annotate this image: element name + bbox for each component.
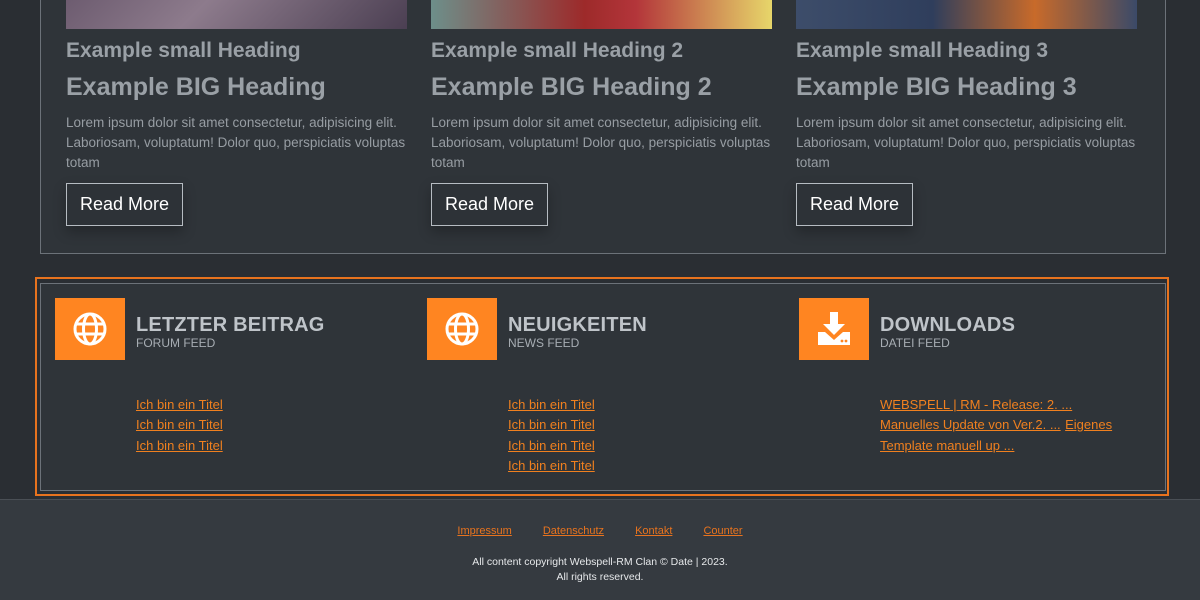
article-text: Lorem ipsum dolor sit amet consectetur, …	[66, 115, 406, 170]
feed-subtitle: NEWS FEED	[508, 336, 580, 350]
feed-title: NEUIGKEITEN	[508, 314, 647, 336]
small-heading: Example small Heading 2	[431, 39, 684, 62]
feed-link[interactable]: Ich bin ein Titel	[136, 436, 376, 456]
feed-link[interactable]: Ich bin ein Titel	[136, 395, 376, 415]
article-image[interactable]	[796, 0, 1137, 29]
article-image[interactable]	[66, 0, 407, 29]
small-heading: Example small Heading 3	[796, 39, 1049, 62]
feed-link[interactable]: Ich bin ein Titel	[508, 395, 748, 415]
feed-link[interactable]: Ich bin ein Titel	[508, 436, 748, 456]
footer-link-kontakt[interactable]: Kontakt	[635, 525, 672, 537]
copyright-line: All content copyright Webspell-RM Clan ©…	[472, 556, 728, 568]
footer: Impressum Datenschutz Kontakt Counter Al…	[0, 499, 1200, 600]
feed-title: LETZTER BEITRAG	[136, 314, 325, 336]
globe-icon	[427, 298, 497, 360]
read-more-button[interactable]: Read More	[66, 183, 183, 226]
footer-link-datenschutz[interactable]: Datenschutz	[543, 525, 604, 537]
feed-link[interactable]: Ich bin ein Titel	[136, 415, 376, 435]
feed-link[interactable]: Eigenes	[1065, 417, 1112, 432]
feed-subtitle: DATEI FEED	[880, 336, 950, 350]
copyright: All content copyright Webspell-RM Clan ©…	[0, 555, 1200, 585]
read-more-button[interactable]: Read More	[431, 183, 548, 226]
article-cards-section: Example small Heading Example BIG Headin…	[40, 0, 1166, 254]
big-heading: Example BIG Heading	[66, 73, 326, 101]
globe-icon	[55, 298, 125, 360]
feed-link[interactable]: Ich bin ein Titel	[508, 456, 748, 476]
footer-link-impressum[interactable]: Impressum	[457, 525, 511, 537]
article-image[interactable]	[431, 0, 772, 29]
feed-subtitle: FORUM FEED	[136, 336, 216, 350]
small-heading: Example small Heading	[66, 39, 301, 62]
feed-link[interactable]: Template manuell up ...	[880, 436, 1120, 456]
download-icon	[799, 298, 869, 360]
feed-links: Ich bin ein Titel Ich bin ein Titel Ich …	[136, 395, 376, 456]
feed-links: WEBSPELL | RM - Release: 2. ... Manuelle…	[880, 395, 1120, 456]
feed-links: Ich bin ein Titel Ich bin ein Titel Ich …	[508, 395, 748, 476]
article-card: Example small Heading 2 Example BIG Head…	[431, 0, 772, 226]
article-card: Example small Heading 3 Example BIG Head…	[796, 0, 1137, 226]
article-card: Example small Heading Example BIG Headin…	[66, 0, 407, 226]
big-heading: Example BIG Heading 2	[431, 73, 712, 101]
big-heading: Example BIG Heading 3	[796, 73, 1077, 101]
feed-link[interactable]: Manuelles Update von Ver.2. ...	[880, 417, 1061, 432]
read-more-button[interactable]: Read More	[796, 183, 913, 226]
article-text: Lorem ipsum dolor sit amet consectetur, …	[431, 115, 771, 170]
feed-title: DOWNLOADS	[880, 314, 1016, 336]
feed-link[interactable]: Ich bin ein Titel	[508, 415, 748, 435]
footer-link-counter[interactable]: Counter	[703, 525, 742, 537]
rights-line: All rights reserved.	[556, 571, 644, 583]
article-text: Lorem ipsum dolor sit amet consectetur, …	[796, 115, 1136, 170]
footer-nav: Impressum Datenschutz Kontakt Counter	[0, 525, 1200, 537]
feed-link[interactable]: WEBSPELL | RM - Release: 2. ...	[880, 395, 1120, 415]
